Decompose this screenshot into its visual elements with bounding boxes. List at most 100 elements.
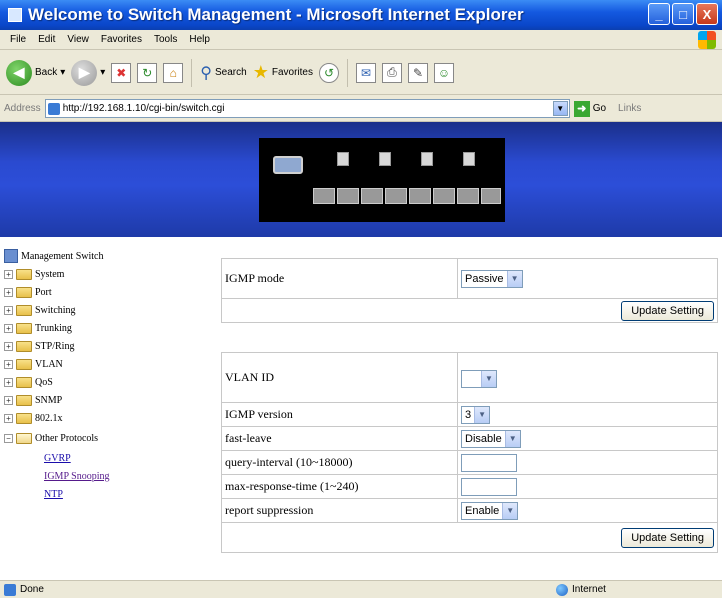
navigation-tree: Management Switch + System + Port + Switchi… bbox=[0, 247, 200, 577]
igmp-mode-value: Passive bbox=[465, 272, 504, 285]
maximize-button[interactable]: □ bbox=[672, 3, 694, 25]
tree-folder-label: QoS bbox=[35, 376, 53, 388]
window-controls: _ □ X bbox=[648, 3, 718, 25]
expand-icon[interactable]: + bbox=[4, 395, 13, 405]
menu-help[interactable]: Help bbox=[183, 34, 216, 45]
forward-arrow-icon: ▶ bbox=[71, 59, 98, 86]
tree-folder-label: VLAN bbox=[35, 358, 63, 370]
menu-edit[interactable]: Edit bbox=[32, 34, 61, 45]
menu-view[interactable]: View bbox=[61, 34, 95, 45]
toolbar: ◀ Back ▾ ▶ ▾ ✖ ↻ ⌂ ⚲ Search ★ Favorites … bbox=[0, 51, 722, 95]
print-icon[interactable]: ⎙ bbox=[381, 62, 402, 83]
favorites-button[interactable]: ★ Favorites bbox=[253, 62, 313, 83]
collapse-icon[interactable]: − bbox=[4, 433, 13, 443]
back-dropdown-icon[interactable]: ▾ bbox=[60, 67, 65, 78]
fiber-port-icon bbox=[337, 152, 349, 166]
ethernet-port-icon bbox=[409, 188, 431, 204]
chevron-down-icon: ▼ bbox=[506, 270, 522, 287]
go-arrow-icon: ➜ bbox=[573, 100, 590, 117]
header-banner bbox=[0, 122, 722, 237]
expand-icon[interactable]: + bbox=[4, 413, 13, 423]
max-response-time-input[interactable] bbox=[461, 477, 517, 496]
vlan-id-label: VLAN ID bbox=[221, 352, 458, 403]
tree-root[interactable]: Management Switch bbox=[0, 247, 200, 265]
forward-button[interactable]: ▶ ▾ bbox=[71, 59, 105, 86]
address-bar: Address http://192.168.1.10/cgi-bin/swit… bbox=[0, 96, 722, 122]
search-button[interactable]: ⚲ Search bbox=[200, 63, 246, 83]
tree-folder-8021x[interactable]: +802.1x bbox=[0, 409, 200, 427]
igmp-mode-select[interactable]: Passive ▼ bbox=[461, 269, 523, 288]
switch-root-icon bbox=[4, 249, 18, 263]
expand-icon[interactable]: + bbox=[4, 359, 13, 369]
forward-dropdown-icon[interactable]: ▾ bbox=[100, 67, 105, 78]
fiber-port-icon bbox=[379, 152, 391, 166]
history-icon[interactable]: ↺ bbox=[318, 62, 339, 83]
vlan-id-select[interactable]: ▼ bbox=[461, 369, 497, 388]
folder-icon bbox=[16, 358, 32, 370]
tree-folder-trunking[interactable]: + Trunking bbox=[0, 319, 200, 337]
search-label: Search bbox=[215, 67, 247, 78]
folder-icon bbox=[16, 376, 32, 388]
messenger-icon[interactable]: ☺ bbox=[433, 62, 454, 83]
tree-folder-switching[interactable]: + Switching bbox=[0, 301, 200, 319]
tree-link-igmp-snooping[interactable]: IGMP Snooping bbox=[0, 467, 200, 485]
expand-icon[interactable]: + bbox=[4, 341, 13, 351]
close-button[interactable]: X bbox=[696, 3, 718, 25]
menu-tools[interactable]: Tools bbox=[148, 34, 183, 45]
tree-folder-system[interactable]: + System bbox=[0, 265, 200, 283]
igmp-version-select[interactable]: 3 ▼ bbox=[461, 405, 491, 424]
expand-icon[interactable]: + bbox=[4, 323, 13, 333]
mail-icon[interactable]: ✉ bbox=[355, 62, 376, 83]
switch-device-image bbox=[259, 138, 505, 222]
igmp-settings-form: VLAN ID ▼ IGMP version 3 ▼ fast-leave Di… bbox=[221, 352, 718, 553]
ethernet-port-icon bbox=[433, 188, 455, 204]
chevron-down-icon: ▼ bbox=[474, 406, 490, 423]
tree-folder-qos[interactable]: + QoS bbox=[0, 373, 200, 391]
tree-folder-label: 802.1x bbox=[35, 412, 63, 424]
query-interval-input[interactable] bbox=[461, 453, 517, 472]
tree-folder-snmp[interactable]: + SNMP bbox=[0, 391, 200, 409]
search-icon: ⚲ bbox=[200, 64, 213, 82]
menu-bar: File Edit View Favorites Tools Help bbox=[0, 30, 722, 50]
address-dropdown-icon[interactable]: ▼ bbox=[552, 101, 568, 116]
minimize-button[interactable]: _ bbox=[648, 3, 670, 25]
expand-icon[interactable]: + bbox=[4, 287, 13, 297]
folder-icon bbox=[16, 394, 32, 406]
tree-folder-port[interactable]: + Port bbox=[0, 283, 200, 301]
page-content: Management Switch + System + Port + Switchi… bbox=[0, 122, 722, 580]
go-button[interactable]: ➜ Go bbox=[573, 100, 606, 117]
address-input[interactable]: http://192.168.1.10/cgi-bin/switch.cgi ▼ bbox=[44, 99, 570, 118]
report-suppression-select[interactable]: Enable ▼ bbox=[461, 501, 519, 520]
edit-icon[interactable]: ✎ bbox=[407, 62, 428, 83]
menu-favorites[interactable]: Favorites bbox=[95, 34, 148, 45]
menu-file[interactable]: File bbox=[4, 34, 32, 45]
fast-leave-label: fast-leave bbox=[221, 426, 458, 451]
favorites-label: Favorites bbox=[271, 67, 313, 78]
links-toolbar[interactable]: Links bbox=[618, 103, 641, 114]
tree-folder-stp-ring[interactable]: + STP/Ring bbox=[0, 337, 200, 355]
tree-folder-label: STP/Ring bbox=[35, 340, 75, 352]
page-done-icon bbox=[4, 583, 16, 596]
fast-leave-select[interactable]: Disable ▼ bbox=[461, 429, 521, 448]
update-setting-button-1[interactable]: Update Setting bbox=[621, 300, 714, 321]
back-label: Back bbox=[35, 67, 58, 78]
tree-folder-label: System bbox=[35, 268, 65, 280]
tree-folder-label: Trunking bbox=[35, 322, 72, 334]
fast-leave-value: Disable bbox=[465, 432, 502, 445]
update-setting-button-2[interactable]: Update Setting bbox=[621, 527, 714, 548]
stop-icon[interactable]: ✖ bbox=[111, 62, 132, 83]
chevron-down-icon: ▼ bbox=[481, 370, 496, 387]
tree-link-gvrp[interactable]: GVRP bbox=[0, 449, 200, 467]
toolbar-separator bbox=[191, 58, 193, 87]
refresh-icon[interactable]: ↻ bbox=[137, 62, 158, 83]
expand-icon[interactable]: + bbox=[4, 269, 13, 279]
expand-icon[interactable]: + bbox=[4, 305, 13, 315]
tree-folder-label: Other Protocols bbox=[35, 432, 99, 444]
home-icon[interactable]: ⌂ bbox=[163, 62, 184, 83]
tree-folder-vlan[interactable]: + VLAN bbox=[0, 355, 200, 373]
query-interval-label: query-interval (10~18000) bbox=[221, 450, 458, 475]
back-button[interactable]: ◀ Back ▾ bbox=[6, 59, 65, 86]
tree-folder-other-protocols[interactable]: − Other Protocols bbox=[0, 427, 200, 449]
tree-link-ntp[interactable]: NTP bbox=[0, 485, 200, 503]
expand-icon[interactable]: + bbox=[4, 377, 13, 387]
